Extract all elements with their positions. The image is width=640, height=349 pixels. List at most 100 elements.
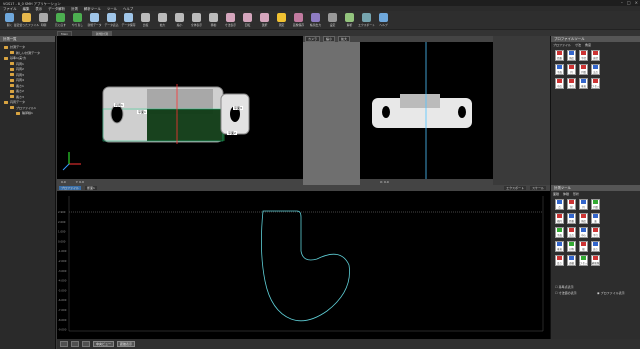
volume-tab[interactable]: 体積 <box>563 192 569 196</box>
toolbar-button-21[interactable]: エクスポート <box>358 12 375 29</box>
toolbar-button-11[interactable]: 全体表示 <box>189 12 204 29</box>
profile-tab-section[interactable]: 断面1 <box>85 186 97 190</box>
tool-button-14[interactable]: 幅 <box>579 241 588 252</box>
tree-item[interactable]: 円周2 <box>10 67 24 71</box>
label-plane3[interactable]: 平面3 <box>233 106 243 110</box>
toolbar-button-6[interactable]: データ読込 <box>104 12 119 29</box>
option-dimension[interactable]: ☐ 寸法値の表示 <box>555 291 577 295</box>
toolbar-button-18[interactable]: 帳票出力 <box>308 12 323 29</box>
toolbar-button-10[interactable]: 縮小 <box>172 12 187 29</box>
zoom-in-button[interactable]: 拡大 <box>338 36 351 42</box>
profile-tab-main[interactable]: プロファイル <box>59 186 82 190</box>
tool-button-2[interactable]: 円 <box>579 199 588 210</box>
view-3d[interactable]: 円周1 平面1 平面2 平面3 0.0 Y: 0.0 <box>57 36 303 185</box>
label-plane1[interactable]: 平面1 <box>137 110 147 114</box>
tool-button-8[interactable]: 中点 <box>555 78 564 89</box>
tool-button-9[interactable]: 平行 <box>567 78 576 89</box>
tree-item[interactable]: 計測データ <box>4 45 25 49</box>
tool-button-12[interactable]: 垂直 <box>555 241 564 252</box>
view-2d[interactable] <box>360 42 493 179</box>
tool-button-17[interactable]: 面積 <box>567 255 576 266</box>
tool-button-10[interactable]: 垂直 <box>579 78 588 89</box>
status-icon-3[interactable] <box>82 341 90 347</box>
profile-plot-canvas[interactable]: 2.900 2.000 1.000 0.000 -1.000 -2.000 -3.000 -4… <box>57 191 550 339</box>
maximize-icon[interactable]: □ <box>627 0 631 5</box>
toolbar-button-3[interactable]: 元に戻す <box>53 12 68 29</box>
tree-item[interactable]: プロファイル1 <box>10 106 36 110</box>
tree-item[interactable]: 輪郭線1 <box>16 111 33 115</box>
tool-button-11[interactable]: 平行 <box>591 227 600 238</box>
shape-tab[interactable]: 形状 <box>573 192 579 196</box>
toolbar-button-12[interactable]: 移動 <box>206 12 221 29</box>
tool-button-6[interactable]: 角度 <box>579 213 588 224</box>
toolbar-button-17[interactable]: 画像保存 <box>291 12 306 29</box>
tool-button-3[interactable]: 直径 <box>591 50 600 61</box>
toolbar-button-9[interactable]: 拡大 <box>155 12 170 29</box>
tool-button-18[interactable]: オフセット <box>578 255 589 266</box>
profile-scale-button[interactable]: スケール <box>529 186 546 190</box>
tool-button-5[interactable]: 円 <box>567 64 576 75</box>
tool-button-8[interactable]: 平面 <box>555 227 564 238</box>
tool-button-11[interactable]: オフセット <box>590 78 601 89</box>
toolbar-button-22[interactable]: ヘルプ <box>376 12 391 29</box>
dimension-tab[interactable]: 寸法 <box>575 43 581 47</box>
toolbar-button-20[interactable]: 解析 <box>342 12 357 29</box>
toolbar-button-7[interactable]: データ保存 <box>121 12 136 29</box>
tool-button-15[interactable]: 高さ <box>591 241 600 252</box>
close-icon[interactable]: × <box>635 0 638 5</box>
tool-button-10[interactable]: 中心 <box>579 227 588 238</box>
toolbar-button-4[interactable]: やり直し <box>70 12 85 29</box>
center-view-button[interactable]: 中央ビュー <box>93 341 115 347</box>
label-circle1[interactable]: 円周1 <box>114 103 124 107</box>
toolbar-button-5[interactable]: 新規データ <box>87 12 102 29</box>
tree-item[interactable]: 円周3 <box>10 73 24 77</box>
profile-export-button[interactable]: エクスポート <box>504 186 526 190</box>
status-icon-2[interactable] <box>71 341 79 347</box>
zoom-out-button[interactable]: 縮小 <box>323 36 336 42</box>
tree-item[interactable]: 長さ2 <box>10 89 24 93</box>
tool-button-3[interactable]: 円弧 <box>591 199 600 210</box>
tool-button-5[interactable]: 距離 <box>567 213 576 224</box>
tree-item[interactable]: 円周4 <box>10 78 24 82</box>
toolbar-button-15[interactable]: 選択 <box>257 12 272 29</box>
option-base-point[interactable]: ☐ 基準点表示 <box>555 285 574 289</box>
toolbar-button-16[interactable]: 測定 <box>274 12 289 29</box>
camera-button[interactable]: カメラ <box>305 36 321 42</box>
tool-button-1[interactable]: 角度 <box>567 50 576 61</box>
tool-button-0[interactable]: 点 <box>555 199 564 210</box>
tool-button-4[interactable]: 楕円 <box>555 213 564 224</box>
area-tab[interactable]: 面積 <box>553 192 559 196</box>
status-icon-1[interactable] <box>60 341 68 347</box>
view-3d-canvas[interactable] <box>57 36 303 185</box>
tool-button-6[interactable]: 円弧 <box>579 64 588 75</box>
tree-item[interactable]: 新しい計測データ <box>10 51 40 55</box>
option-profile[interactable]: ◉ プロファイル表示 <box>597 291 625 295</box>
angle-tab[interactable]: 角度 <box>585 43 591 47</box>
tool-button-13[interactable]: 対称 <box>567 241 576 252</box>
tool-button-16[interactable]: 長さ <box>555 255 564 266</box>
tree-item[interactable]: 基準1(実寸) <box>4 56 26 60</box>
profile-tab[interactable]: プロファイル <box>553 43 571 47</box>
tree-item[interactable]: 円周1 <box>10 62 24 66</box>
toolbar-button-13[interactable]: 寸法表示 <box>223 12 238 29</box>
tree-item[interactable]: 長さ1 <box>10 84 24 88</box>
toolbar-button-8[interactable]: 比較 <box>138 12 153 29</box>
profile-plot[interactable]: 2.900 2.000 1.000 0.000 -1.000 -2.000 -3.000 -4… <box>57 191 550 339</box>
tool-button-19[interactable]: 補助線 <box>591 255 600 266</box>
tool-button-9[interactable]: 交点 <box>567 227 576 238</box>
toolbar-button-2[interactable]: 印刷 <box>36 12 51 29</box>
view-2d-canvas[interactable] <box>360 42 493 179</box>
toolbar-button-19[interactable]: 設定 <box>325 12 340 29</box>
tree-item[interactable]: 長さ3 <box>10 95 24 99</box>
tool-button-1[interactable]: 線 <box>567 199 576 210</box>
toolbar-button-14[interactable]: 回転 <box>240 12 255 29</box>
tool-button-4[interactable]: 平面 <box>555 64 564 75</box>
tree-item[interactable]: 円周データ <box>4 100 25 104</box>
minimize-icon[interactable]: – <box>621 0 623 5</box>
tool-button-0[interactable]: 距離 <box>555 50 564 61</box>
tool-button-7[interactable]: 面 <box>591 213 600 224</box>
distance-display-button[interactable]: 距離表示 <box>117 341 136 347</box>
label-plane2[interactable]: 平面2 <box>227 131 237 135</box>
toolbar-button-1[interactable]: 最近使ったファイル <box>14 12 39 29</box>
tool-button-7[interactable]: 交点 <box>591 64 600 75</box>
